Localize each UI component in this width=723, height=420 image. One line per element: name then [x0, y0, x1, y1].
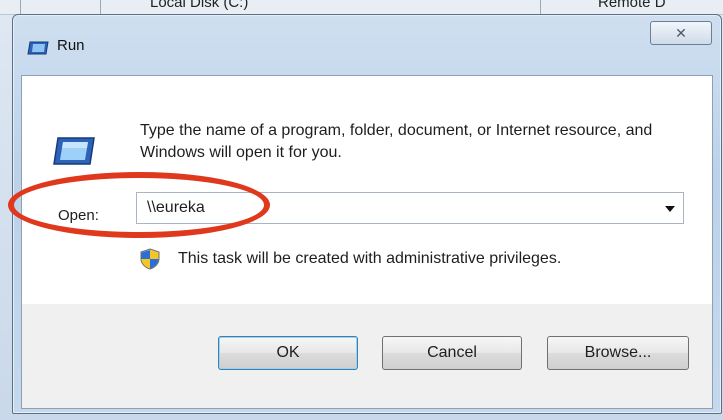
background-right-text: Remote D	[598, 0, 666, 11]
admin-privileges-note: This task will be created with administr…	[178, 250, 562, 267]
uac-shield-icon	[140, 248, 160, 270]
dialog-client-area: Type the name of a program, folder, docu…	[21, 75, 713, 409]
highlight-annotation-oval	[8, 172, 270, 238]
dialog-title: Run	[57, 37, 85, 54]
divider	[540, 0, 541, 14]
dialog-description: Type the name of a program, folder, docu…	[140, 122, 653, 161]
close-button[interactable]: ✕	[650, 21, 712, 45]
divider	[100, 0, 101, 14]
close-icon: ✕	[675, 25, 687, 41]
title-bar[interactable]: Run ✕	[13, 15, 721, 59]
run-icon	[27, 41, 49, 55]
background-explorer-strip: Local Disk (C:) Remote D	[0, 0, 723, 15]
chevron-down-icon[interactable]	[665, 206, 675, 212]
ok-button[interactable]: OK	[218, 336, 358, 370]
background-left-text: Local Disk (C:)	[150, 0, 249, 11]
divider	[20, 0, 21, 14]
cancel-button[interactable]: Cancel	[382, 336, 522, 370]
run-icon	[53, 137, 95, 165]
browse-button[interactable]: Browse...	[547, 336, 689, 370]
